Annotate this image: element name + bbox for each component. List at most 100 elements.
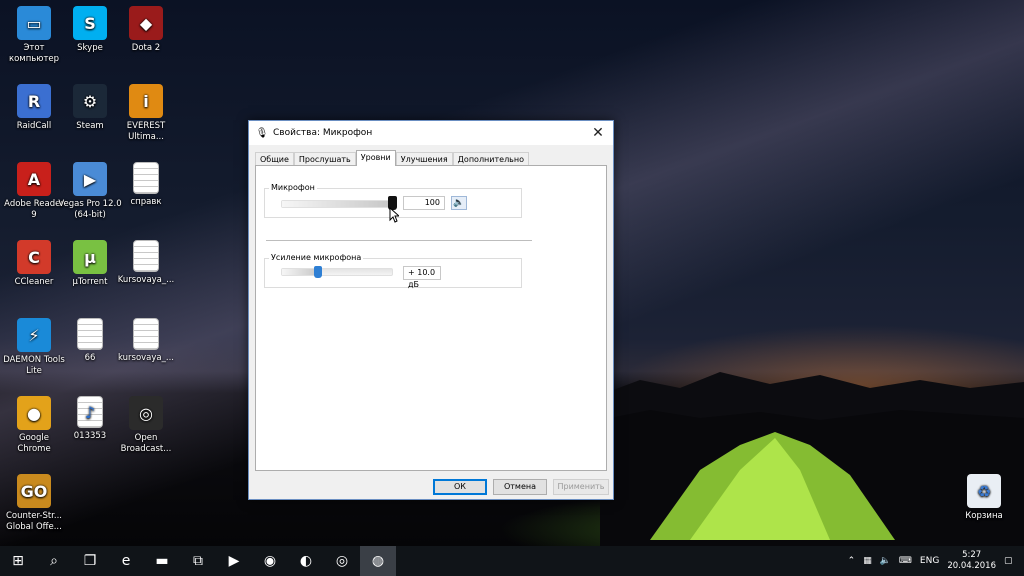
separator <box>266 240 532 241</box>
desktop-icon-label: µTorrent <box>72 277 108 287</box>
edge-icon[interactable]: e <box>108 546 144 576</box>
adobe-reader-icon: A <box>17 162 51 196</box>
csgo-icon: GO <box>17 474 51 508</box>
word-document-icon <box>133 240 159 272</box>
mouse-cursor-icon <box>389 207 399 223</box>
desktop-icon-label: DAEMON Tools Lite <box>3 355 65 376</box>
desktop-icon[interactable]: kursovaya_... <box>114 318 178 364</box>
desktop-icon-label: Этот компьютер <box>8 43 60 64</box>
clock[interactable]: 5:27 20.04.2016 <box>947 550 996 572</box>
microphone-icon: 🎙 <box>255 127 269 139</box>
taskbar: ⊞ ⌕ ❐ e ▬ ⧉ ▶ ◉ ◐ ◎ ◍ ⌃ ▦ 🔈 ⌨ ENG 5:27 20.04.2016 … <box>0 546 1024 576</box>
close-icon[interactable]: ✕ <box>587 123 609 143</box>
store-icon[interactable]: ⧉ <box>180 546 216 576</box>
boost-level-input[interactable]: + 10.0 дБ <box>403 266 441 289</box>
desktop-icon[interactable]: C CCleaner <box>2 240 66 288</box>
desktop-icon[interactable]: ◆ Dota 2 <box>114 6 178 54</box>
desktop-icon[interactable]: R RaidCall <box>2 84 66 132</box>
network-icon[interactable]: ▦ <box>863 556 872 566</box>
computer-icon: ▭ <box>17 6 51 40</box>
desktop-icon-label: Open Broadcast... <box>120 433 172 454</box>
ccleaner-icon: C <box>17 240 51 274</box>
boost-slider[interactable] <box>281 268 393 276</box>
desktop-icon[interactable]: справк <box>114 162 178 208</box>
desktop-icon-label: CCleaner <box>14 277 54 287</box>
raidcall-icon: R <box>17 84 51 118</box>
document-icon <box>133 162 159 194</box>
daemon-tools-icon: ⚡ <box>17 318 51 352</box>
raidcall-icon[interactable]: ◐ <box>288 546 324 576</box>
microphone-level-input[interactable]: 100 <box>403 196 445 210</box>
desktop-icon[interactable]: Kursovaya_... <box>114 240 178 286</box>
system-tray: ⌃ ▦ 🔈 ⌨ ENG 5:27 20.04.2016 ▢ <box>848 546 1018 576</box>
notifications-icon[interactable]: ▢ <box>1004 556 1018 566</box>
dialog-titlebar[interactable]: 🎙 Свойства: Микрофон ✕ <box>249 121 613 145</box>
desktop-icon-label: Kursovaya_... <box>117 275 175 285</box>
chevron-up-icon[interactable]: ⌃ <box>848 556 856 566</box>
desktop-icon[interactable]: ▶ Vegas Pro 12.0 (64-bit) <box>58 162 122 221</box>
desktop-icon[interactable]: A Adobe Reader 9 <box>2 162 66 221</box>
document-icon <box>77 318 103 350</box>
desktop-icon[interactable]: i EVEREST Ultima... <box>114 84 178 143</box>
language-indicator[interactable]: ENG <box>920 556 939 566</box>
dota2-icon: ◆ <box>129 6 163 40</box>
clock-date: 20.04.2016 <box>947 561 996 571</box>
desktop-icon[interactable]: S Skype <box>58 6 122 54</box>
desktop-icon-label: Google Chrome <box>17 433 51 454</box>
microphone-slider[interactable] <box>281 200 394 208</box>
speaker-icon[interactable]: 🔈 <box>451 196 467 210</box>
desktop-icon-label: Counter-Str... Global Offe... <box>5 511 63 532</box>
skype-icon: S <box>73 6 107 40</box>
boost-level-value: + 10.0 дБ <box>408 268 436 289</box>
tab-levels[interactable]: Уровни <box>355 150 396 166</box>
vegas-pro-icon: ▶ <box>73 162 107 196</box>
tab-strip: Общие Прослушать Уровни Улучшения Дополн… <box>255 150 530 166</box>
search-icon[interactable]: ⌕ <box>36 546 72 576</box>
recycle-bin-icon: ♻ <box>967 474 1001 508</box>
everest-icon: i <box>129 84 163 118</box>
desktop-icon-label: EVEREST Ultima... <box>126 121 166 142</box>
chrome-icon[interactable]: ◉ <box>252 546 288 576</box>
desktop-icon-label: Корзина <box>965 511 1003 521</box>
windows-start-icon[interactable]: ⊞ <box>0 546 36 576</box>
tab-advanced[interactable]: Дополнительно <box>452 152 530 166</box>
tab-enhancements[interactable]: Улучшения <box>395 152 453 166</box>
cancel-button[interactable]: Отмена <box>493 479 547 495</box>
desktop-icon[interactable]: 66 <box>58 318 122 364</box>
task-view-icon[interactable]: ❐ <box>72 546 108 576</box>
levels-panel: Микрофон 100 🔈 Усиление микрофона + 10.0… <box>255 165 607 471</box>
desktop-icon-label: Adobe Reader 9 <box>4 199 64 220</box>
microphone-slider-fill <box>282 201 394 207</box>
tab-general[interactable]: Общие <box>255 152 294 166</box>
boost-slider-thumb[interactable] <box>313 266 322 278</box>
desktop-icon-label: Dota 2 <box>131 43 161 53</box>
desktop-icon[interactable]: ◎ Open Broadcast... <box>114 396 178 455</box>
desktop-icon[interactable]: µ µTorrent <box>58 240 122 288</box>
desktop-icon[interactable]: ⚡ DAEMON Tools Lite <box>2 318 66 377</box>
microphone-properties-dialog: 🎙 Свойства: Микрофон ✕ Общие Прослушать … <box>248 120 614 500</box>
obs-icon[interactable]: ◎ <box>324 546 360 576</box>
microphone-level-value: 100 <box>424 198 440 207</box>
volume-icon[interactable]: 🔈 <box>880 556 891 566</box>
steam-icon: ⚙ <box>73 84 107 118</box>
keyboard-icon[interactable]: ⌨ <box>899 556 912 566</box>
apply-button[interactable]: Применить <box>553 479 609 495</box>
desktop-icon[interactable]: ▭ Этот компьютер <box>2 6 66 65</box>
desktop-icon-recycle-bin[interactable]: ♻ Корзина <box>952 474 1016 522</box>
boost-label: Усиление микрофона <box>269 253 364 262</box>
media-player-icon[interactable]: ▶ <box>216 546 252 576</box>
mp3-file-icon: ♪ <box>77 396 103 428</box>
desktop-icon[interactable]: ● Google Chrome <box>2 396 66 455</box>
desktop-icon[interactable]: GO Counter-Str... Global Offe... <box>2 474 66 533</box>
sound-recorder-icon[interactable]: ◍ <box>360 546 396 576</box>
tab-listen[interactable]: Прослушать <box>293 152 356 166</box>
desktop-icon-label: RaidCall <box>16 121 52 131</box>
desktop-icon[interactable]: ♪ 013353 <box>58 396 122 442</box>
desktop-icon-label: справк <box>130 197 162 207</box>
file-explorer-icon[interactable]: ▬ <box>144 546 180 576</box>
desktop-icon[interactable]: ⚙ Steam <box>58 84 122 132</box>
desktop-icon-label: Vegas Pro 12.0 (64-bit) <box>58 199 122 220</box>
desktop-icon-label: Skype <box>77 43 103 53</box>
clock-time: 5:27 <box>962 550 982 560</box>
ok-button[interactable]: ОК <box>433 479 487 495</box>
